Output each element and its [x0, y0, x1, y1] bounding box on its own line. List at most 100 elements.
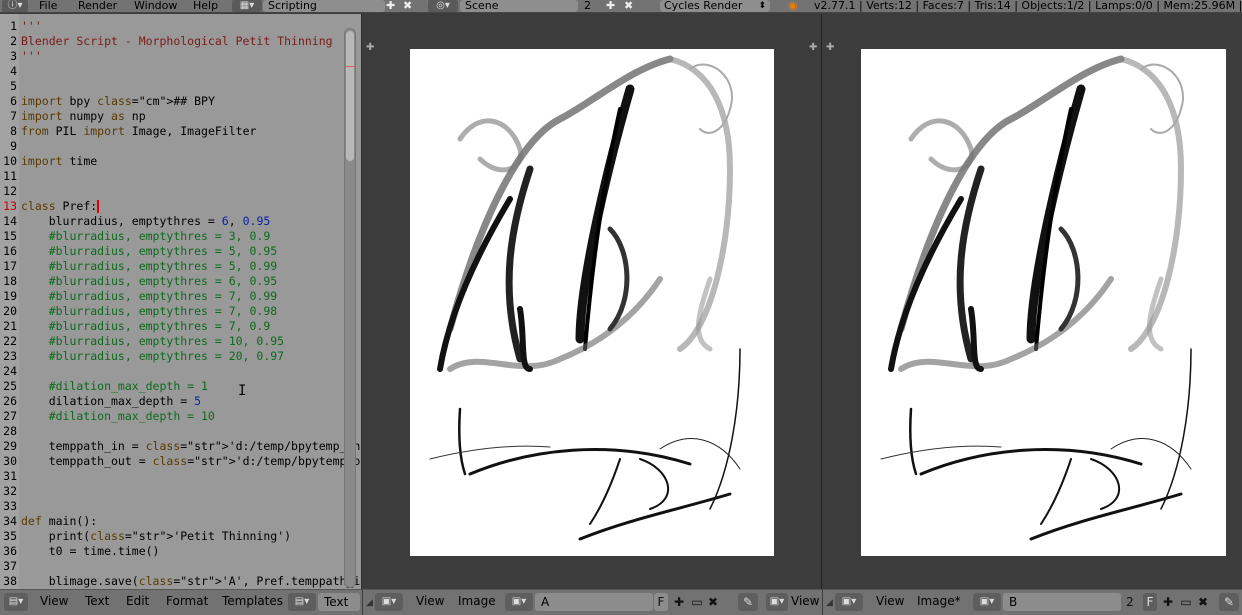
code-line[interactable]: dilation_max_depth = 5	[21, 394, 201, 409]
code-line[interactable]: def main():	[21, 514, 97, 529]
code-line[interactable]: blimage.save(class="str">'A', Pref.tempp…	[21, 574, 361, 589]
editor-type-icon[interactable]: ▣▾	[375, 593, 403, 611]
code-line[interactable]: print(class="str">'Petit Thinning')	[21, 529, 291, 544]
resize-grip-icon[interactable]: ◢	[366, 598, 373, 608]
editor-type-icon[interactable]: ▤▾	[4, 593, 28, 611]
scene-icon[interactable]: ◎▾	[428, 0, 458, 12]
image-name-field[interactable]: B	[1003, 593, 1121, 611]
render-engine-label: Cycles Render	[664, 0, 743, 12]
new-image-icon[interactable]: ✚	[1161, 593, 1175, 611]
code-line[interactable]: class Pref:	[21, 199, 97, 214]
line-number: 10	[3, 154, 17, 168]
code-line[interactable]: t0 = time.time()	[21, 544, 160, 559]
code-line[interactable]: #blurradius, emptythres = 7, 0.99	[21, 289, 278, 304]
area-split-icon[interactable]: ✚	[366, 42, 374, 53]
image-editor-b[interactable]: ✚	[823, 14, 1242, 590]
image-editor-b-header: ◢ ▣▾ View Image* ▣▾ B 2 F ✚ ▭ ✖ ✎	[823, 589, 1242, 615]
image-users-count: 2	[1126, 595, 1134, 609]
menu-edit[interactable]: Edit	[118, 594, 157, 608]
code-line[interactable]: #blurradius, emptythres = 5, 0.95	[21, 244, 278, 259]
menu-image[interactable]: Image	[450, 594, 504, 608]
line-number: 12	[3, 184, 17, 198]
view-mode-label[interactable]: View	[783, 594, 827, 608]
menu-templates[interactable]: Templates	[214, 594, 291, 608]
blender-logo-icon: ◉	[788, 0, 798, 12]
menu-format[interactable]: Format	[158, 594, 216, 608]
code-line[interactable]: #blurradius, emptythres = 5, 0.99	[21, 259, 278, 274]
resize-grip-icon[interactable]: ◢	[826, 598, 833, 608]
line-number: 15	[3, 229, 17, 243]
render-engine-dropdown[interactable]: Cycles Render ⬍	[660, 0, 770, 12]
line-number: 34	[3, 514, 17, 528]
line-number: 35	[3, 529, 17, 543]
code-line[interactable]: temppath_in = class="str">'d:/temp/bpyte…	[21, 439, 361, 454]
menu-text[interactable]: Text	[77, 594, 117, 608]
code-line[interactable]: #blurradius, emptythres = 3, 0.9	[21, 229, 271, 244]
add-screen-icon[interactable]: ✚	[386, 0, 395, 12]
menu-help[interactable]: Help	[187, 0, 224, 12]
line-number: 5	[10, 79, 17, 93]
delete-scene-icon[interactable]: ✖	[624, 0, 633, 12]
text-scrollbar[interactable]	[344, 28, 356, 588]
image-browse-icon[interactable]: ▣▾	[505, 593, 533, 611]
unlink-image-icon[interactable]: ✖	[1196, 593, 1210, 611]
text-editor-header: ▤▾ View Text Edit Format Templates ▤▾ Te…	[0, 589, 362, 615]
image-name-field[interactable]: A	[535, 593, 653, 611]
area-split-icon[interactable]: ✚	[809, 42, 817, 53]
unlink-image-icon[interactable]: ✖	[706, 593, 720, 611]
menu-view[interactable]: View	[868, 594, 912, 608]
code-line[interactable]: #blurradius, emptythres = 20, 0.97	[21, 349, 284, 364]
line-number: 9	[10, 139, 17, 153]
menu-file[interactable]: File	[33, 0, 63, 12]
menu-window[interactable]: Window	[128, 0, 183, 12]
open-image-icon[interactable]: ▭	[689, 593, 705, 611]
editor-type-icon[interactable]: ▣▾	[835, 593, 863, 611]
menu-view[interactable]: View	[408, 594, 452, 608]
code-line[interactable]: #blurradius, emptythres = 6, 0.95	[21, 274, 278, 289]
code-line[interactable]: import numpy as np	[21, 109, 146, 124]
code-line[interactable]: import bpy class="cm">## BPY	[21, 94, 215, 109]
code-line[interactable]: '''	[21, 49, 42, 64]
scrollbar-thumb[interactable]	[346, 31, 354, 161]
image-canvas-b[interactable]	[861, 49, 1226, 556]
add-scene-icon[interactable]: ✚	[606, 0, 615, 12]
code-line[interactable]: Blender Script - Morphological Petit Thi…	[21, 34, 333, 49]
code-line[interactable]: temppath_out = class="str">'d:/temp/bpyt…	[21, 454, 361, 469]
scene-field[interactable]: Scene	[460, 0, 578, 12]
code-line[interactable]: #blurradius, emptythres = 7, 0.9	[21, 319, 271, 334]
line-number: 16	[3, 244, 17, 258]
line-number: 8	[10, 124, 17, 138]
pin-icon[interactable]: ✎	[1219, 593, 1239, 611]
text-datablock-icon[interactable]: ▤▾	[288, 593, 316, 611]
area-split-icon[interactable]: ✚	[826, 42, 834, 53]
text-editor[interactable]: 1 2 3 4 5 6 7 8 9 10 11 12 13 14 15 16 17 18 19 20 21 22 23 24 2…	[0, 14, 362, 590]
image-canvas-a[interactable]	[410, 49, 774, 556]
line-number: 31	[3, 469, 17, 483]
code-line[interactable]: #dilation_max_depth = 10	[21, 409, 215, 424]
fake-user-toggle[interactable]: F	[654, 593, 668, 611]
line-number: 7	[10, 109, 17, 123]
menu-image[interactable]: Image*	[909, 594, 969, 608]
code-line[interactable]: #dilation_max_depth = 1	[21, 379, 208, 394]
code-line[interactable]: #blurradius, emptythres = 10, 0.95	[21, 334, 284, 349]
code-line[interactable]: blurradius, emptythres = 6, 0.95	[21, 214, 271, 229]
delete-screen-icon[interactable]: ✖	[403, 0, 412, 12]
code-line[interactable]: from PIL import Image, ImageFilter	[21, 124, 256, 139]
line-number: 27	[3, 409, 17, 423]
image-editor-a[interactable]: ✚ ✚	[363, 14, 822, 590]
screen-layout-field[interactable]: Scripting	[263, 0, 385, 12]
new-image-icon[interactable]: ✚	[672, 593, 686, 611]
fake-user-toggle[interactable]: F	[1143, 593, 1157, 611]
menu-render[interactable]: Render	[72, 0, 123, 12]
code-line[interactable]: import time	[21, 154, 97, 169]
blender-info-icon[interactable]: ⓘ▾	[2, 0, 28, 12]
code-line[interactable]: #blurradius, emptythres = 7, 0.98	[21, 304, 278, 319]
image-browse-icon[interactable]: ▣▾	[973, 593, 1001, 611]
line-number: 26	[3, 394, 17, 408]
menu-view[interactable]: View	[32, 594, 76, 608]
text-datablock-field[interactable]: Text	[318, 593, 360, 611]
pin-icon[interactable]: ✎	[738, 593, 758, 611]
screen-layout-icon[interactable]: ▦▾	[232, 0, 262, 12]
code-line[interactable]: '''	[21, 19, 42, 34]
open-image-icon[interactable]: ▭	[1178, 593, 1194, 611]
